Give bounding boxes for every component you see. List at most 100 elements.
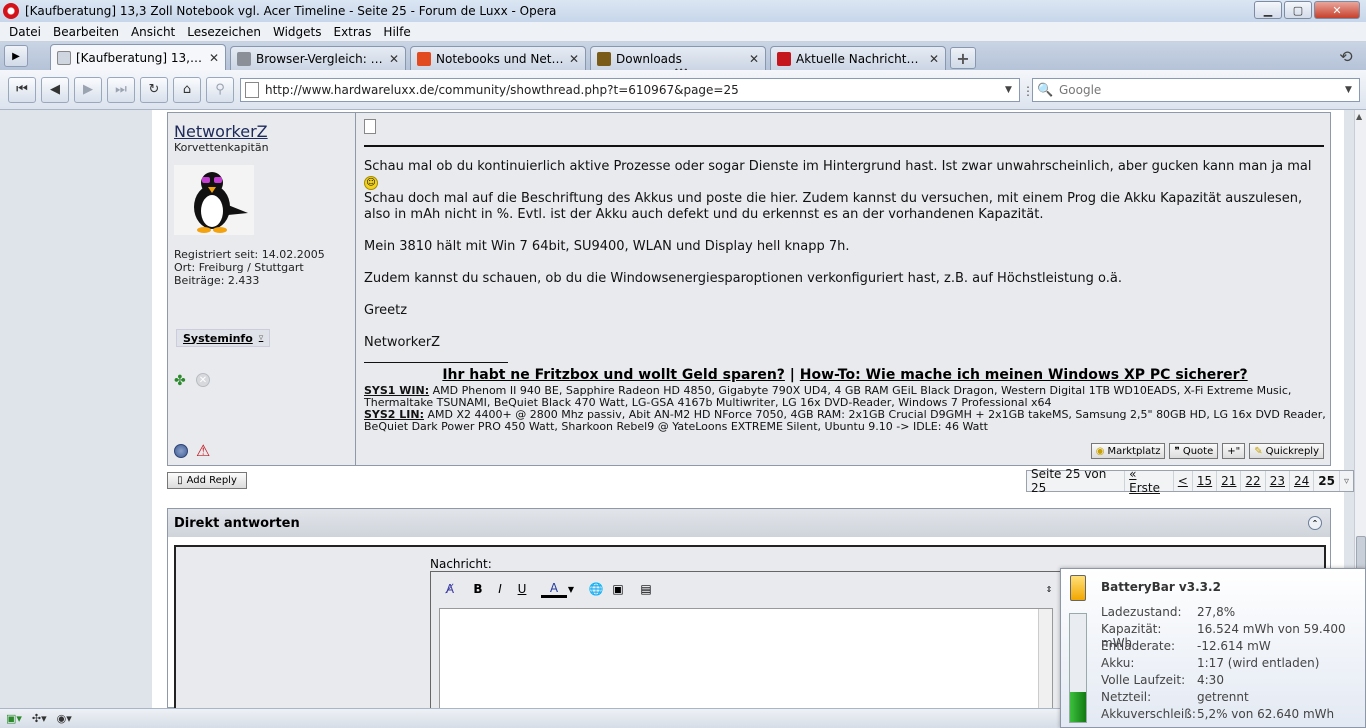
battery-value: 4:30 xyxy=(1197,673,1224,687)
expand-icon: ▿ xyxy=(258,333,264,343)
post-text-3: Mein 3810 hält mit Win 7 64bit, SU9400, … xyxy=(364,239,850,254)
search-icon: 🔍 xyxy=(1037,82,1054,98)
menu-datei[interactable]: Datei xyxy=(9,25,41,39)
profile-status-icon[interactable] xyxy=(174,444,188,458)
page-first-link[interactable]: « Erste xyxy=(1124,467,1173,495)
page-link[interactable]: 23 xyxy=(1264,471,1289,491)
quote-wrap-icon[interactable]: ▤ xyxy=(637,580,655,598)
tab-notebooks[interactable]: Notebooks und Netbo... ✕ xyxy=(410,46,586,70)
tab-kaufberatung[interactable]: [Kaufberatung] 13,3 Zo... ✕ xyxy=(50,44,226,70)
rewind-button[interactable]: ⏮ xyxy=(8,76,36,103)
multiquote-button[interactable]: +" xyxy=(1222,443,1246,459)
quickreply-button[interactable]: ✎ Quickreply xyxy=(1249,443,1324,459)
tab-close-icon[interactable]: ✕ xyxy=(389,52,399,66)
new-tab-button[interactable]: + xyxy=(950,47,976,69)
smiley-icon: ☺ xyxy=(364,175,378,190)
reload-icon: ↻ xyxy=(148,82,160,97)
insert-link-icon[interactable]: 🌐 xyxy=(587,580,605,598)
tab-close-icon[interactable]: ✕ xyxy=(929,52,939,66)
menu-widgets[interactable]: Widgets xyxy=(273,25,322,39)
home-button[interactable]: ⌂ xyxy=(173,76,201,103)
rewind-icon: ⏮ xyxy=(16,82,28,97)
wand-button[interactable]: ⚲ xyxy=(206,76,234,103)
address-url[interactable]: http://www.hardwareluxx.de/community/sho… xyxy=(265,83,1005,97)
back-button[interactable]: ◀ xyxy=(41,76,69,103)
tab-nachrichten[interactable]: Aktuelle Nachrichten - ... ✕ xyxy=(770,46,946,70)
signature-link-fritzbox[interactable]: Ihr habt ne Fritzbox und wollt Geld spar… xyxy=(442,367,785,383)
forward-arrow-icon: ▶ xyxy=(83,82,93,97)
quote-button[interactable]: ❞ Quote xyxy=(1169,443,1219,459)
signature-sys1: SYS1 WIN: AMD Phenom II 940 BE, Sapphire… xyxy=(364,385,1326,409)
address-dropdown-icon[interactable]: ▼ xyxy=(1005,85,1019,95)
menu-bearbeiten[interactable]: Bearbeiten xyxy=(53,25,119,39)
close-button[interactable]: ✕ xyxy=(1314,1,1360,19)
tab-close-icon[interactable]: ✕ xyxy=(209,51,219,65)
tab-browser-vergleich[interactable]: Browser-Vergleich: Die ... ✕ xyxy=(230,46,406,70)
page-link[interactable]: 24 xyxy=(1288,471,1313,491)
page-link[interactable]: 15 xyxy=(1191,471,1216,491)
collapse-icon[interactable]: ⌃ xyxy=(1308,516,1322,530)
post-action-buttons: ◉ Marktplatz ❞ Quote +" ✎ Quickreply xyxy=(1090,443,1324,459)
battery-row: Ladezustand: 27,8% xyxy=(1101,605,1235,619)
battery-key: Akkuverschleiß: xyxy=(1101,707,1196,721)
tab-label: Aktuelle Nachrichten - ... xyxy=(796,51,925,66)
add-reply-button[interactable]: ▯ Add Reply xyxy=(167,472,247,489)
panel-toggle-button[interactable]: ▶ xyxy=(4,45,28,67)
opera-logo-icon xyxy=(3,3,19,19)
signature-link-howto[interactable]: How-To: Wie mache ich meinen Windows XP … xyxy=(800,367,1248,383)
insert-image-icon[interactable]: ▣ xyxy=(609,580,627,598)
battery-key: Kapazität: xyxy=(1101,622,1162,636)
reload-button[interactable]: ↻ xyxy=(140,76,168,103)
tab-close-icon[interactable]: ✕ xyxy=(569,52,579,66)
battery-key: Akku: xyxy=(1101,656,1135,670)
battery-key: Ladezustand: xyxy=(1101,605,1182,619)
fast-forward-button[interactable]: ⏭ xyxy=(107,76,135,103)
view-icon[interactable]: ◉▾ xyxy=(57,712,72,725)
underline-button[interactable]: U xyxy=(513,580,531,598)
menu-ansicht[interactable]: Ansicht xyxy=(131,25,175,39)
font-color-dropdown-icon[interactable]: ▼ xyxy=(567,580,575,598)
menu-hilfe[interactable]: Hilfe xyxy=(383,25,410,39)
battery-value: 5,2% von 62.640 mWh xyxy=(1197,707,1335,721)
font-color-button[interactable]: A xyxy=(541,580,567,598)
battery-row: Akku: 1:17 (wird entladen) xyxy=(1101,656,1319,670)
search-engine-dropdown-icon[interactable]: ▼ xyxy=(1345,85,1359,95)
maximize-button[interactable]: ▢ xyxy=(1284,1,1312,19)
report-post-icon[interactable]: ⚠ xyxy=(196,441,210,460)
menu-extras[interactable]: Extras xyxy=(333,25,371,39)
page-icon xyxy=(245,82,259,98)
page-current: 25 xyxy=(1313,471,1339,491)
marktplatz-button[interactable]: ◉ Marktplatz xyxy=(1090,443,1166,459)
systeminfo-button[interactable]: Systeminfo ▿ xyxy=(176,329,271,347)
page-link[interactable]: 22 xyxy=(1240,471,1264,491)
turbo-icon[interactable]: ✣▾ xyxy=(32,712,47,725)
page-jump-icon[interactable]: ▿ xyxy=(1338,471,1353,491)
post-user-pane: NetworkerZ Korvettenkapitän Registriert … xyxy=(168,113,356,465)
sys2-text: AMD X2 4400+ @ 2800 Mhz passiv, Abit AN-… xyxy=(364,408,1326,433)
scroll-up-icon[interactable]: ▲ xyxy=(1356,112,1362,121)
marktplatz-icon: ◉ xyxy=(1095,445,1105,457)
download-icon xyxy=(597,51,611,66)
resize-icon[interactable]: ⇕ xyxy=(1043,580,1055,598)
tab-close-icon[interactable]: ✕ xyxy=(749,52,759,66)
search-field[interactable]: 🔍 Google ▼ xyxy=(1032,78,1360,102)
marktplatz-label: Marktplatz xyxy=(1107,445,1161,457)
opera-unite-icon[interactable]: ▣▾ xyxy=(6,712,22,725)
menu-lesezeichen[interactable]: Lesezeichen xyxy=(187,25,261,39)
bold-button[interactable]: B xyxy=(469,580,487,598)
address-bar[interactable]: http://www.hardwareluxx.de/community/sho… xyxy=(240,78,1020,102)
trash-closed-tabs-icon[interactable]: ⟲ xyxy=(1334,44,1358,68)
battery-row: Entladerate: -12.614 mW xyxy=(1101,639,1271,653)
offline-status-icon: ✕ xyxy=(196,373,210,387)
page-prev-link[interactable]: < xyxy=(1172,471,1192,491)
post-text-1: Schau mal ob du kontinuierlich aktive Pr… xyxy=(364,159,1312,174)
page-link[interactable]: 21 xyxy=(1216,471,1240,491)
battery-value: 1:17 (wird entladen) xyxy=(1197,656,1320,670)
minimize-button[interactable]: ▁ xyxy=(1254,1,1282,19)
post-username[interactable]: NetworkerZ xyxy=(174,122,268,141)
message-textarea[interactable] xyxy=(439,608,1053,708)
textarea-scrollbar[interactable] xyxy=(1038,609,1052,708)
italic-button[interactable]: I xyxy=(491,580,509,598)
forward-button[interactable]: ▶ xyxy=(74,76,102,103)
remove-format-icon[interactable]: A̸ xyxy=(441,580,459,598)
